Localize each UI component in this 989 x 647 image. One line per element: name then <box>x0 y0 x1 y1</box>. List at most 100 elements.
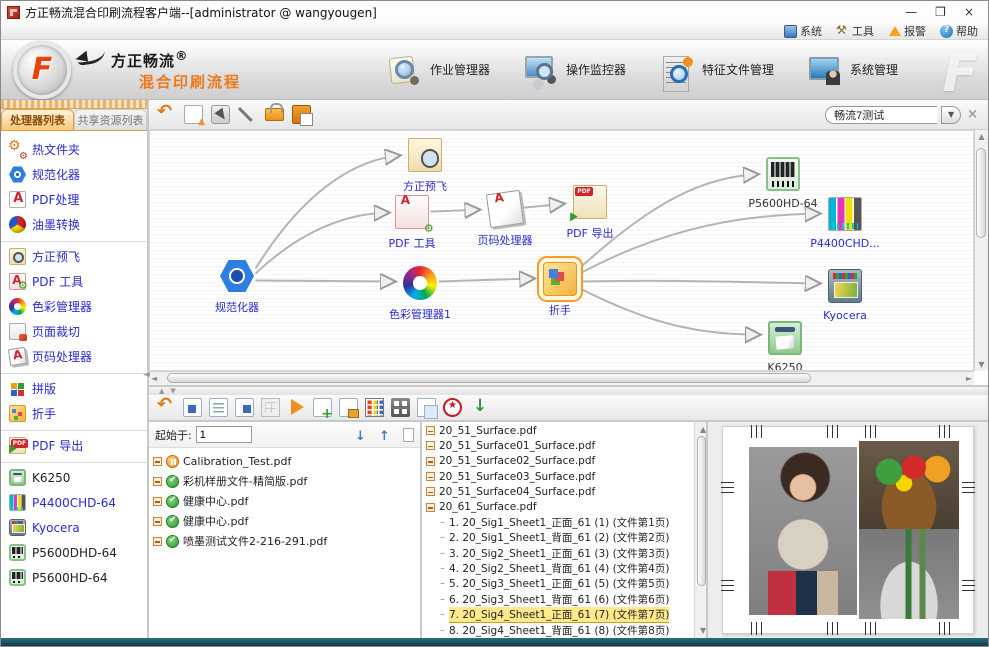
minimize-button[interactable]: — <box>905 2 917 22</box>
workflow-node-page-number-processor[interactable]: 页码处理器 <box>470 192 540 248</box>
surface-file-row[interactable]: 20_51_Surface04_Surface.pdf <box>426 484 694 499</box>
move-down-icon[interactable] <box>355 425 374 444</box>
sidebar-tab-处理器列表[interactable]: 处理器列表 <box>1 109 74 130</box>
job-file-row[interactable]: 健康中心.pdf <box>153 491 420 511</box>
canvas-vscroll-thumb[interactable] <box>976 148 986 238</box>
tree-expander-icon[interactable] <box>153 537 162 546</box>
tree-expander-icon[interactable] <box>153 477 162 486</box>
panel-splitter[interactable]: ▲ ▼ <box>149 387 988 395</box>
menu-item-工具[interactable]: 工具 <box>836 23 874 39</box>
add-file-icon[interactable] <box>313 398 332 417</box>
sidebar-item-色彩管理器[interactable]: 色彩管理器 <box>1 294 147 319</box>
job-file-row[interactable]: 彩机样册文件-精简版.pdf <box>153 471 420 491</box>
surface-scroll-down-icon[interactable]: ▼ <box>698 624 708 637</box>
surface-scroll-up-icon[interactable]: ▲ <box>698 423 708 436</box>
workflow-node-color-manager-1[interactable]: 色彩管理器1 <box>385 266 455 322</box>
surface-page-row[interactable]: –8. 20_Sig4_Sheet1_背面_61 (8) (文件第8页) <box>426 623 694 638</box>
surface-page-row[interactable]: –5. 20_Sig3_Sheet1_正面_61 (5) (文件第5页) <box>426 576 694 591</box>
surface-file-row[interactable]: 20_51_Surface01_Surface.pdf <box>426 438 694 453</box>
workflow-node-kyocera[interactable]: Kyocera <box>810 269 880 322</box>
tree-expander-icon[interactable] <box>153 457 162 466</box>
menu-item-报警[interactable]: 报警 <box>888 23 926 39</box>
tree-expander-icon[interactable] <box>426 503 435 512</box>
scroll-up-arrow-icon[interactable]: ▲ <box>976 130 986 143</box>
sidebar-item-P5600DHD-64[interactable]: P5600DHD-64 <box>1 540 147 565</box>
grid-disabled-icon[interactable] <box>261 398 280 417</box>
workflow-node-p4400chd[interactable]: P4400CHD... <box>810 197 880 250</box>
sidebar-item-P5600HD-64[interactable]: P5600HD-64 <box>1 565 147 590</box>
tree-expander-icon[interactable] <box>153 497 162 506</box>
scroll-right-arrow-icon[interactable]: ► <box>964 372 974 385</box>
sidebar-item-PDF处理[interactable]: PDF处理 <box>1 187 147 212</box>
tree-expander-icon[interactable] <box>153 517 162 526</box>
job-file-row[interactable]: Calibration_Test.pdf <box>153 451 420 471</box>
surface-page-row[interactable]: –4. 20_Sig2_Sheet1_背面_61 (4) (文件第4页) <box>426 561 694 576</box>
abort-icon[interactable] <box>443 398 462 417</box>
page-first-icon[interactable] <box>183 398 202 417</box>
surface-page-row[interactable]: –6. 20_Sig3_Sheet1_背面_61 (6) (文件第6页) <box>426 591 694 606</box>
job-file-row[interactable]: 健康中心.pdf <box>153 511 420 531</box>
sidebar-item-Kyocera[interactable]: Kyocera <box>1 515 147 540</box>
pipeline-close-button[interactable]: × <box>965 107 980 122</box>
surface-page-row[interactable]: –2. 20_Sig1_Sheet1_背面_61 (2) (文件第2页) <box>426 530 694 545</box>
canvas-horizontal-scrollbar[interactable]: ◄ ► <box>149 371 974 385</box>
sidebar-item-热文件夹[interactable]: 热文件夹 <box>1 137 147 162</box>
pipeline-select-input[interactable] <box>825 106 937 124</box>
save-icon[interactable] <box>292 105 311 124</box>
surface-page-row[interactable]: –3. 20_Sig2_Sheet1_正面_61 (3) (文件第3页) <box>426 546 694 561</box>
job-file-row[interactable]: 喷墨测试文件2-216-291.pdf <box>153 531 420 551</box>
header-button-特征文件管理[interactable]: 特征文件管理 <box>660 55 774 85</box>
surface-file-row[interactable]: 20_51_Surface03_Surface.pdf <box>426 469 694 484</box>
sidebar-item-PDF 工具[interactable]: PDF 工具 <box>1 269 147 294</box>
scroll-left-arrow-icon[interactable]: ◄ <box>149 372 159 385</box>
sidebar-item-PDF 导出[interactable]: PDF 导出 <box>1 433 147 458</box>
header-button-操作监控器[interactable]: 操作监控器 <box>524 55 626 85</box>
sidebar-item-P4400CHD-64[interactable]: P4400CHD-64 <box>1 490 147 515</box>
pointer-icon[interactable] <box>211 105 230 124</box>
copy-icon[interactable] <box>417 398 436 417</box>
surface-tree-scrollbar[interactable]: ▲ ▼ <box>694 422 708 638</box>
surface-page-row[interactable]: –1. 20_Sig1_Sheet1_正面_61 (1) (文件第1页) <box>426 515 694 530</box>
new-page-icon[interactable] <box>403 428 414 442</box>
surface-scroll-thumb[interactable] <box>697 436 706 586</box>
workflow-node-k6250[interactable]: K6250 <box>750 321 820 371</box>
sidebar-item-页码处理器[interactable]: 页码处理器 <box>1 344 147 369</box>
tree-expander-icon[interactable] <box>426 487 435 496</box>
sidebar-item-K6250[interactable]: K6250 <box>1 465 147 490</box>
start-at-input[interactable] <box>196 426 252 443</box>
new-file-icon[interactable] <box>184 105 203 124</box>
run-icon[interactable] <box>287 398 306 417</box>
sidebar-item-拼版[interactable]: 拼版 <box>1 376 147 401</box>
tree-expander-icon[interactable] <box>426 441 435 450</box>
workflow-node-folding[interactable]: 折手 <box>525 262 595 318</box>
scroll-down-arrow-icon[interactable]: ▼ <box>976 358 986 371</box>
undo-icon[interactable] <box>157 105 176 124</box>
table-icon[interactable] <box>365 398 384 417</box>
canvas-vertical-scrollbar[interactable]: ▲ ▼ <box>974 130 988 371</box>
workflow-node-pdf-export[interactable]: PDF 导出 <box>555 185 625 241</box>
workflow-node-normalizer[interactable]: 规范化器 <box>202 259 272 315</box>
move-up-icon[interactable] <box>379 425 398 444</box>
workflow-node-preflight[interactable]: 方正预飞 <box>390 138 460 194</box>
surface-file-row[interactable]: 20_51_Surface.pdf <box>426 423 694 438</box>
tree-expander-icon[interactable] <box>426 472 435 481</box>
surface-page-row[interactable]: –7. 20_Sig4_Sheet1_正面_61 (7) (文件第7页) <box>426 607 694 623</box>
workflow-node-p5600hd-64[interactable]: P5600HD-64 <box>748 157 818 210</box>
sidebar-item-油墨转换[interactable]: 油墨转换 <box>1 212 147 237</box>
header-button-作业管理器[interactable]: 作业管理器 <box>388 55 490 85</box>
sidebar-collapse-handle[interactable]: ◄ <box>143 370 150 380</box>
surface-file-row[interactable]: 20_61_Surface.pdf <box>426 500 694 515</box>
tree-expander-icon[interactable] <box>426 457 435 466</box>
header-button-系统管理[interactable]: 系统管理 <box>808 55 898 85</box>
pipeline-dropdown-button[interactable]: ▼ <box>941 106 961 124</box>
surface-file-row[interactable]: 20_51_Surface02_Surface.pdf <box>426 454 694 469</box>
undo-icon[interactable] <box>157 398 176 417</box>
sidebar-item-规范化器[interactable]: 规范化器 <box>1 162 147 187</box>
list-detail-icon[interactable] <box>391 398 410 417</box>
line-icon[interactable] <box>238 105 257 124</box>
canvas-hscroll-thumb[interactable] <box>167 373 811 383</box>
lock-icon[interactable] <box>265 108 284 121</box>
menu-item-帮助[interactable]: 帮助 <box>940 23 978 39</box>
close-button[interactable]: × <box>964 2 974 22</box>
lock-file-icon[interactable] <box>339 398 358 417</box>
